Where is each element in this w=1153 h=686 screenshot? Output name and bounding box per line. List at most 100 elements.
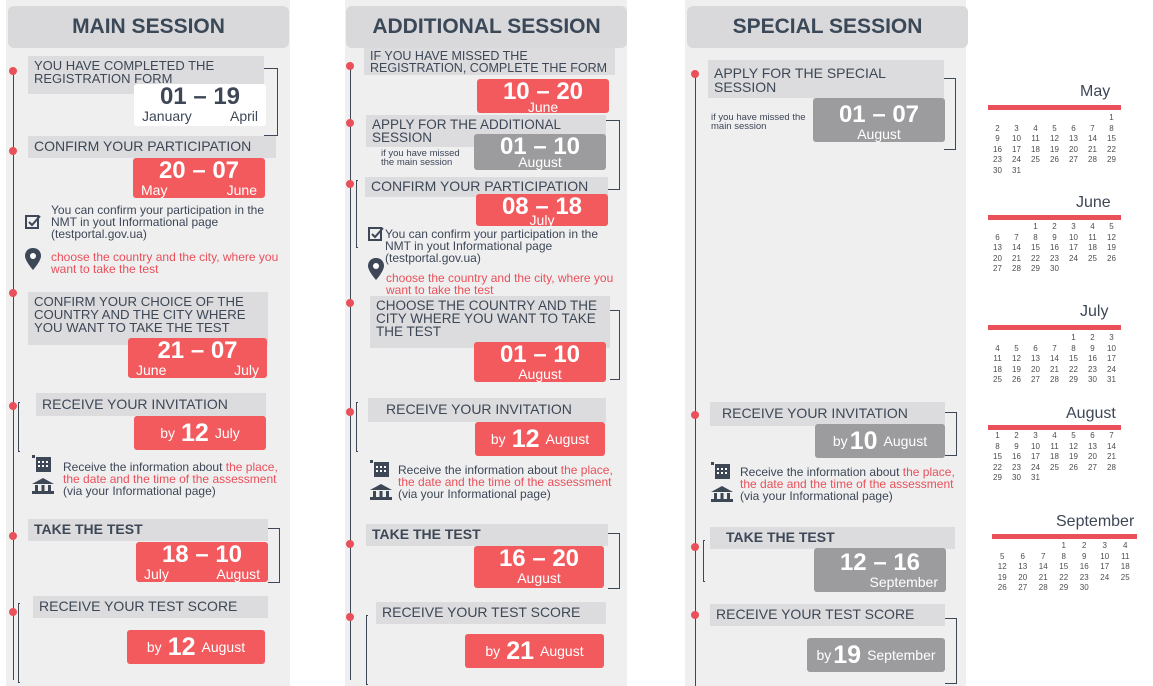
timeline-line [13, 70, 14, 680]
bracket [608, 533, 620, 589]
calendar-day: 7 [1014, 232, 1019, 242]
choose-note: choose the country and the city, where y… [51, 250, 279, 276]
timeline-dot [346, 299, 354, 307]
calendar-day: 1 [1033, 222, 1038, 231]
calendar-day: 4 [1123, 541, 1128, 550]
step-missed-registration: IF YOU HAVE MISSED THE REGISTRATION, COM… [364, 48, 615, 75]
calendar-day: 12 [997, 562, 1007, 571]
calendar-day: 24 [1069, 253, 1078, 263]
calendar-day: 30 [1079, 583, 1089, 592]
calendar-blank [1045, 113, 1064, 123]
timeline-dot [346, 62, 354, 70]
calendar-blank [1026, 113, 1045, 123]
calendar-day: 24 [1012, 155, 1021, 164]
calendar-day: 17 [1069, 243, 1078, 252]
calendar-day: 23 [1088, 364, 1097, 374]
calendar-day: 1 [995, 431, 1000, 440]
main-session-title: MAIN SESSION [8, 6, 289, 48]
calendar-day: 29 [993, 473, 1002, 482]
calendar-day: 5 [1109, 222, 1114, 231]
calendar-day: 25 [1120, 572, 1130, 582]
calendar-day: 20 [1031, 364, 1040, 374]
calendar-day: 11 [1121, 551, 1130, 561]
date-apply-additional: 01 – 10 August [474, 134, 606, 170]
timeline-dot [9, 147, 17, 155]
calendar-day: 19 [1050, 144, 1059, 154]
apply-special-sub: if you have missed the main session [711, 112, 806, 132]
calendar-day: 17 [1012, 144, 1021, 154]
calendar-day: 26 [1107, 253, 1116, 263]
date-invitation-special: by 10 August [815, 424, 945, 458]
calendar-day: 25 [1031, 155, 1040, 164]
calendar-blank [1045, 333, 1064, 343]
calendar-day: 6 [1033, 343, 1038, 353]
date-invitation: by 12 July [134, 416, 266, 450]
bracket [264, 68, 278, 136]
calendar-day: 4 [995, 343, 1000, 353]
calendar-day: 19 [1069, 452, 1078, 461]
calendar-day: 11 [1031, 134, 1040, 143]
calendar-day: 22 [1069, 364, 1078, 374]
calendar-day: 13 [1069, 134, 1078, 143]
info-note: Receive the information about the place,… [398, 463, 613, 501]
date-apply-special: 01 – 07 August [813, 98, 945, 142]
calendar-day: 5 [1000, 551, 1005, 561]
building-icon [32, 478, 54, 494]
calendar-day: 16 [1088, 354, 1097, 363]
timeline-dot [9, 608, 17, 616]
date-take-test: 18 – 10 July August [136, 542, 268, 582]
calendar-day: 27 [993, 264, 1002, 273]
calendar-day: 12 [1069, 441, 1078, 451]
calendar-day: 19 [1012, 364, 1021, 374]
calendar-day: 13 [1018, 562, 1028, 571]
timeline-dot [691, 411, 699, 419]
calendar-day: 4 [1052, 431, 1057, 440]
step-take-test-additional: TAKE THE TEST [366, 524, 608, 546]
bracket [18, 402, 20, 452]
bracket [610, 310, 620, 380]
step-score: RECEIVE YOUR TEST SCORE [33, 596, 268, 618]
calendar-blank [1013, 541, 1034, 551]
step-take-test-special: TAKE THE TEST [710, 527, 955, 549]
calendar-blank [1026, 333, 1045, 343]
calendar-day: 25 [993, 375, 1002, 384]
additional-session-title: ADDITIONAL SESSION [346, 6, 627, 48]
calendar-blank [1083, 113, 1102, 123]
timeline-dot [9, 67, 17, 75]
calendar-day: 29 [1059, 583, 1069, 592]
calendar-day: 31 [1012, 165, 1021, 175]
calendar-day: 29 [1031, 264, 1040, 273]
calendar-day: 15 [1069, 354, 1078, 363]
special-session-title: SPECIAL SESSION [687, 6, 968, 48]
calendar-day: 2 [1014, 431, 1019, 440]
calendar-day: 21 [1012, 253, 1021, 263]
calendar-day: 21 [1038, 572, 1048, 582]
step-score-additional: RECEIVE YOUR TEST SCORE [376, 602, 606, 624]
bracket [268, 528, 280, 583]
timeline-dot [346, 540, 354, 548]
calendar-day: 1 [1109, 113, 1114, 122]
calendar-day: 18 [1120, 562, 1130, 571]
timeline-line [695, 72, 696, 686]
calendar-blank [988, 333, 1007, 343]
calendar-day: 24 [1031, 462, 1040, 472]
calendar-day: 29 [1069, 375, 1078, 384]
building-icon [711, 486, 733, 502]
calendar-blank [988, 222, 1007, 232]
calendar-day: 9 [995, 134, 1000, 143]
calendar-day: 14 [1107, 441, 1116, 451]
calendar-day: 15 [1059, 562, 1069, 571]
date-score: by 12 August [127, 630, 265, 664]
calendar-day: 16 [993, 144, 1002, 154]
location-pin-icon [25, 248, 41, 270]
calendar-day: 1 [1061, 541, 1066, 550]
calendar-day: 10 [1031, 441, 1040, 451]
calendar-icon [370, 460, 389, 477]
calendar-blank [1007, 222, 1026, 232]
calendar-day: 3 [1109, 333, 1114, 342]
calendar-day: 17 [1107, 354, 1116, 363]
date-choose-city-additional: 01 – 10 August [474, 342, 606, 382]
timeline-dot [9, 402, 17, 410]
calendar-blank [988, 113, 1007, 123]
calendar-day: 20 [1069, 144, 1078, 154]
